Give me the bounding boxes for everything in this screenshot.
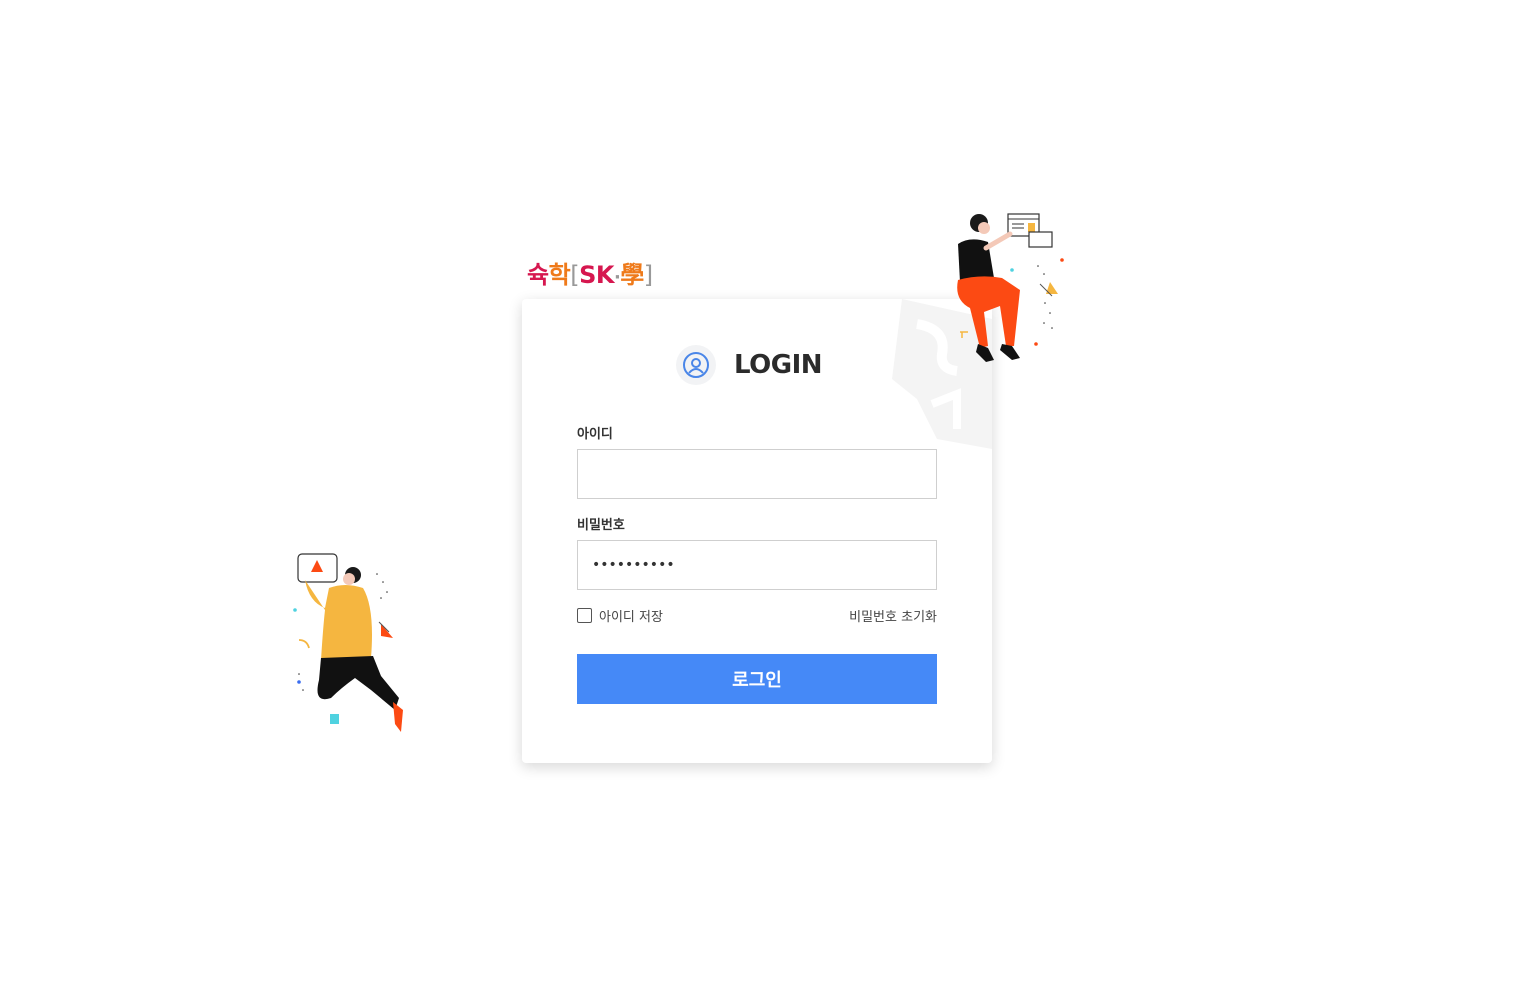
brand-logo: 슉학[SK·學] [527,258,653,295]
login-header: LOGIN [676,345,823,385]
logo-part-2: 학 [548,261,571,289]
remember-id-checkbox[interactable] [577,608,592,623]
man-jumping-illustration [293,553,403,732]
woman-sitting-illustration [957,213,1064,362]
logo-part-1: 슉 [527,261,549,289]
login-card: LOGIN 아이디 비밀번호 아이디 저장 비밀번호 초기화 로그인 [522,299,992,763]
user-circle-icon [676,345,716,385]
login-page: 슉학[SK·學] LOGIN 아이디 비밀번호 아이디 저장 [0,0,1523,982]
login-title: LOGIN [734,350,823,380]
logo-part-4: 學 [620,261,644,289]
reset-password-link[interactable]: 비밀번호 초기화 [849,606,937,625]
password-label: 비밀번호 [577,518,625,533]
logo-bracket-close: ] [643,261,653,289]
logo-bracket-open: [ [570,261,580,289]
id-label: 아이디 [577,427,613,442]
login-button[interactable]: 로그인 [577,654,937,704]
logo-part-3: SK [579,261,614,289]
remember-id-label: 아이디 저장 [599,610,663,625]
password-input[interactable] [577,540,937,590]
id-input[interactable] [577,449,937,499]
remember-id[interactable]: 아이디 저장 [577,606,663,625]
